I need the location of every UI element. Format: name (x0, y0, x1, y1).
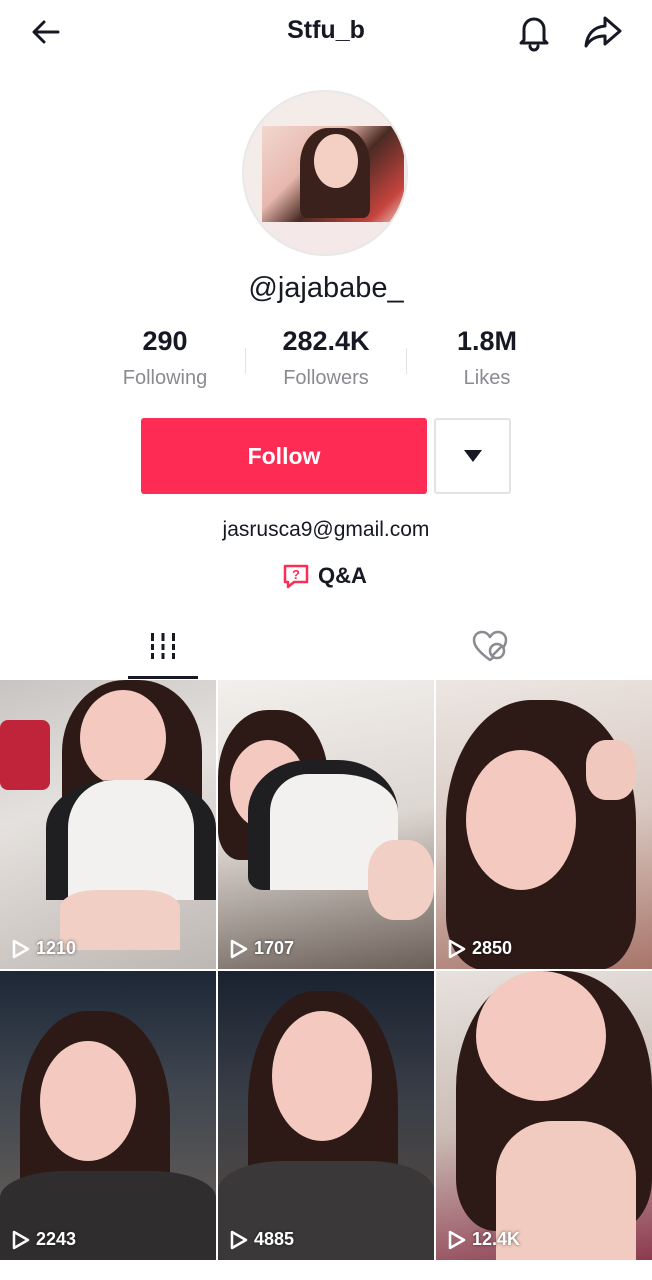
stat-value: 282.4K (282, 326, 370, 356)
stat-divider (245, 348, 246, 374)
active-tab-indicator (128, 676, 198, 679)
profile-tabs (0, 612, 652, 680)
video-grid: 1210 1707 2850 2243 4885 12.4K (0, 680, 652, 1280)
profile-handle: @jajababe_ (248, 272, 404, 304)
stat-label: Following (122, 367, 208, 389)
avatar-face (314, 134, 358, 188)
view-count: 1210 (12, 938, 76, 959)
profile-avatar[interactable] (242, 90, 408, 256)
tab-videos[interactable] (128, 612, 198, 680)
view-count: 2850 (448, 938, 512, 959)
video-thumbnail[interactable]: 1707 (218, 680, 434, 969)
qa-icon: ? (283, 564, 309, 589)
profile-stats: 290 Following 282.4K Followers 1.8M Like… (100, 326, 552, 396)
view-count-value: 2850 (472, 938, 513, 958)
view-count-value: 1210 (36, 938, 77, 958)
view-count-value: 2243 (36, 1229, 77, 1249)
view-count: 4885 (230, 1229, 294, 1250)
video-thumbnail[interactable]: 12.4K (436, 971, 652, 1260)
video-thumbnail[interactable]: 2243 (0, 971, 216, 1260)
stat-following[interactable]: 290 Following (100, 326, 230, 390)
grid-videos-icon (149, 633, 177, 659)
video-thumbnail[interactable]: 2850 (436, 680, 652, 969)
play-icon (230, 939, 248, 958)
play-icon (448, 939, 466, 958)
stat-value: 290 (142, 326, 188, 356)
thumbnail-face (272, 1011, 372, 1141)
view-count-value: 12.4K (472, 1229, 521, 1249)
play-icon (12, 1230, 30, 1249)
liked-hidden-heart-icon (472, 630, 508, 662)
top-bar: Stfu_b (0, 0, 652, 64)
bell-icon (519, 17, 549, 52)
thumbnail-face (80, 690, 166, 786)
stat-followers[interactable]: 282.4K Followers (261, 326, 391, 390)
view-count: 12.4K (448, 1229, 520, 1250)
thumbnail-legs (368, 840, 434, 920)
stat-label: Followers (283, 367, 369, 389)
view-count-value: 4885 (254, 1229, 295, 1249)
stat-label: Likes (463, 367, 511, 389)
share-button[interactable] (580, 10, 626, 54)
tab-liked-videos[interactable] (460, 612, 520, 680)
qa-link[interactable]: ? Q&A (282, 560, 367, 592)
follow-button[interactable]: Follow (141, 418, 427, 494)
stat-value: 1.8M (456, 326, 518, 356)
play-icon (448, 1230, 466, 1249)
video-thumbnail[interactable]: 4885 (218, 971, 434, 1260)
thumbnail-legs (60, 890, 180, 950)
svg-text:?: ? (292, 567, 300, 582)
share-arrow-icon (584, 16, 622, 48)
thumbnail-hand (586, 740, 636, 800)
stat-likes[interactable]: 1.8M Likes (422, 326, 552, 390)
avatar-background (244, 222, 406, 254)
play-icon (230, 1230, 248, 1249)
thumbnail-background-object (0, 720, 50, 790)
video-thumbnail[interactable]: 1210 (0, 680, 216, 969)
view-count-value: 1707 (254, 938, 295, 958)
notification-bell-button[interactable] (512, 10, 556, 54)
play-icon (12, 939, 30, 958)
bio-email: jasrusca9@gmail.com (222, 518, 430, 541)
view-count: 1707 (230, 938, 294, 959)
caret-down-icon (463, 450, 482, 462)
stat-divider (406, 348, 407, 374)
qa-label: Q&A (318, 563, 367, 588)
view-count: 2243 (12, 1229, 76, 1250)
thumbnail-face (466, 750, 576, 890)
suggested-accounts-button[interactable] (434, 418, 511, 494)
thumbnail-face (40, 1041, 136, 1161)
thumbnail-shirt (46, 780, 216, 900)
thumbnail-face (476, 971, 606, 1101)
